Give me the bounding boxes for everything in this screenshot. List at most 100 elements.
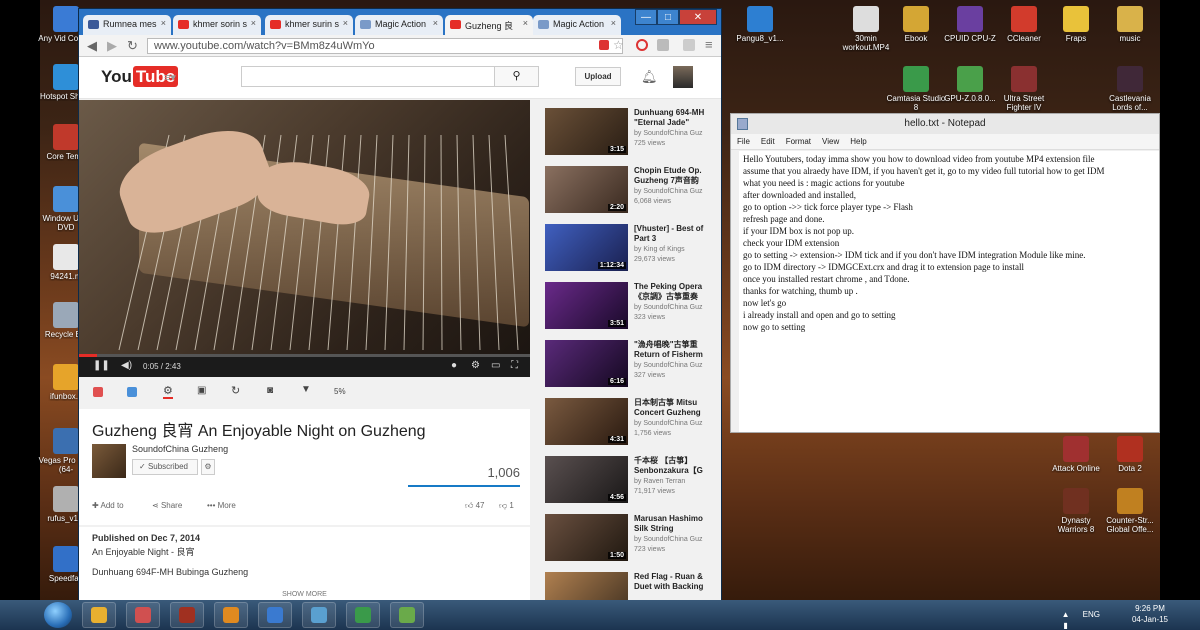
settings-gear-icon[interactable]: ⚙ — [471, 360, 480, 371]
video-thumbnail[interactable]: 4:56 — [545, 456, 628, 503]
taskbar-media-player-button[interactable] — [214, 602, 248, 628]
recommended-video[interactable]: 4:31 日本制古箏 Mitsu Concert Guzheng by Soundof… — [545, 398, 721, 452]
recommended-video[interactable]: 3:51 The Peking Opera 《京調》古箏重奏 by SoundofCh… — [545, 282, 721, 336]
search-button[interactable]: ⚲ — [494, 66, 539, 87]
channel-name[interactable]: by SoundofChina Guz — [634, 188, 703, 195]
video-title[interactable]: [Vhuster] - Best of Part 3 — [634, 224, 721, 244]
menu-icon[interactable]: ≡ — [705, 37, 713, 52]
desktop-icon[interactable]: CCleaner — [994, 6, 1054, 43]
tab-close-icon[interactable]: × — [433, 18, 438, 28]
desktop-icon[interactable]: Camtasia Studio 8 — [886, 66, 946, 112]
recommended-video[interactable]: 2:20 Chopin Etude Op. Guzheng 7声音韵 by Sound… — [545, 166, 721, 220]
channel-avatar[interactable] — [92, 444, 126, 478]
avatar[interactable] — [673, 66, 693, 88]
video-thumbnail[interactable]: 1:12:34 — [545, 224, 628, 271]
notepad-menu-item[interactable]: File — [737, 137, 750, 146]
video-title[interactable]: Dunhuang 694-MH "Eternal Jade" — [634, 108, 721, 128]
cast-icon[interactable] — [683, 39, 695, 51]
video-title[interactable]: 千本桜 【古箏】 Senbonzakura【G — [634, 456, 721, 476]
notepad-text-area[interactable]: Hello Youtubers, today imma show you how… — [739, 151, 1159, 432]
recommended-video[interactable]: 1:12:34 [Vhuster] - Best of Part 3 by King … — [545, 224, 721, 278]
desktop-icon[interactable]: Castlevania Lords of... — [1100, 66, 1160, 112]
forward-arrow-icon[interactable]: ▶ — [107, 38, 117, 54]
video-thumbnail[interactable]: 1:50 — [545, 514, 628, 561]
share-button[interactable]: ⋖ Share — [152, 501, 182, 510]
video-thumbnail[interactable]: 2:20 — [545, 166, 628, 213]
desktop-icon[interactable]: Attack Online — [1046, 436, 1106, 473]
camera-icon[interactable]: ◙ — [267, 385, 273, 396]
taskbar-camtasia-button[interactable] — [346, 602, 380, 628]
browser-tab[interactable]: Guzheng 良 × — [445, 15, 533, 35]
extension-icon[interactable] — [599, 40, 609, 50]
recommended-video[interactable]: Red Flag - Ruan & Duet with Backing — [545, 572, 721, 601]
desktop-icon[interactable]: Counter-Str... Global Offe... — [1100, 488, 1160, 534]
video-title[interactable]: Chopin Etude Op. Guzheng 7声音韵 — [634, 166, 721, 186]
reload-icon[interactable]: ↻ — [127, 38, 138, 54]
tab-close-icon[interactable]: × — [611, 18, 616, 28]
filter-icon[interactable]: ▼ — [301, 384, 311, 395]
taskbar-chrome-button[interactable] — [82, 602, 116, 628]
cinema-icon[interactable]: ▣ — [197, 385, 206, 396]
snapshot-icon[interactable] — [127, 387, 137, 397]
search-input[interactable] — [241, 66, 495, 87]
options-gear-icon[interactable]: ⚙ — [163, 384, 173, 399]
back-arrow-icon[interactable]: ◀ — [87, 38, 97, 54]
info-icon[interactable]: ● — [451, 360, 457, 371]
recommended-video[interactable]: 4:56 千本桜 【古箏】 Senbonzakura【G by Raven Terra… — [545, 456, 721, 510]
video-title[interactable]: Marusan Hashimo Silk String — [634, 514, 721, 534]
notepad-menu-item[interactable]: View — [822, 137, 839, 146]
language-indicator[interactable]: ENG — [1083, 609, 1100, 620]
recommended-video[interactable]: 3:15 Dunhuang 694-MH "Eternal Jade" by Soun… — [545, 108, 721, 162]
tray-icons[interactable]: ▲ ▮ ◔ ◀) — [1061, 609, 1070, 630]
desktop-icon[interactable]: music — [1100, 6, 1160, 43]
desktop-icon[interactable]: CPUID CPU-Z — [940, 6, 1000, 43]
theater-mode-icon[interactable]: ▭ — [491, 360, 500, 371]
notifications-bell-icon[interactable]: 🔔︎ — [641, 69, 658, 85]
close-button[interactable]: ✕ — [679, 9, 717, 25]
subscription-settings-gear-icon[interactable]: ⚙ — [201, 459, 215, 475]
channel-name[interactable]: SoundofChina Guzheng — [132, 444, 228, 454]
channel-name[interactable]: by SoundofChina Guz — [634, 362, 703, 369]
tab-close-icon[interactable]: × — [161, 18, 166, 28]
minimize-button[interactable]: — — [635, 9, 657, 25]
taskbar-paint-button[interactable] — [126, 602, 160, 628]
notepad-menu-item[interactable]: Help — [850, 137, 866, 146]
opera-icon[interactable] — [636, 39, 648, 51]
browser-tab[interactable]: khmer surin s × — [265, 15, 353, 35]
channel-name[interactable]: by SoundofChina Guz — [634, 130, 703, 137]
volume-percent[interactable]: 5% — [334, 387, 346, 396]
browser-tab[interactable]: khmer sorin s × — [173, 15, 261, 35]
video-thumbnail[interactable]: 4:31 — [545, 398, 628, 445]
dislike-button[interactable]: 👎︎ 1 — [499, 501, 514, 511]
channel-name[interactable]: by King of Kings — [634, 246, 685, 253]
recommended-video[interactable]: 1:50 Marusan Hashimo Silk String by Soundof… — [545, 514, 721, 568]
taskbar-utility-button[interactable] — [258, 602, 292, 628]
star-icon[interactable]: ☆ — [613, 38, 624, 52]
replay-icon[interactable]: ↻ — [231, 384, 240, 397]
desktop-icon[interactable]: Ebook — [886, 6, 946, 43]
desktop-icon[interactable]: Pangu8_v1... — [730, 6, 790, 43]
address-bar[interactable]: www.youtube.com/watch?v=BMm8z4uWmYo — [147, 38, 623, 54]
notepad-menu-item[interactable]: Edit — [761, 137, 775, 146]
desktop-icon[interactable]: GPU-Z.0.8.0... — [940, 66, 1000, 103]
video-title[interactable]: The Peking Opera 《京調》古箏重奏 — [634, 282, 721, 302]
desktop-icon[interactable]: Ultra Street Fighter IV — [994, 66, 1054, 112]
more-button[interactable]: ••• More — [207, 501, 236, 510]
channel-name[interactable]: by SoundofChina Guz — [634, 304, 703, 311]
video-player[interactable]: ❚❚ ◀) 0:05 / 2:43 ● ⚙ ▭ ⛶ — [79, 100, 530, 377]
video-thumbnail[interactable]: 6:16 — [545, 340, 628, 387]
like-button[interactable]: 👍︎ 47 — [465, 501, 485, 511]
start-button[interactable] — [44, 602, 72, 628]
taskbar-explorer-button[interactable] — [302, 602, 336, 628]
clock[interactable]: 9:26 PM 04-Jan-15 — [1120, 603, 1180, 625]
show-more-button[interactable]: SHOW MORE — [79, 591, 530, 598]
desktop-icon[interactable]: Fraps — [1046, 6, 1106, 43]
browser-tab[interactable]: Magic Action × — [355, 15, 443, 35]
recommended-video[interactable]: 6:16 "漁舟唱晚"古箏重 Return of Fisherm by Soundof… — [545, 340, 721, 394]
video-thumbnail[interactable]: 3:15 — [545, 108, 628, 155]
channel-name[interactable]: by Raven Terran — [634, 478, 685, 485]
notepad-menu-item[interactable]: Format — [786, 137, 811, 146]
tab-close-icon[interactable]: × — [343, 18, 348, 28]
taskbar-recorder-button[interactable] — [390, 602, 424, 628]
video-title[interactable]: 日本制古箏 Mitsu Concert Guzheng — [634, 398, 721, 418]
